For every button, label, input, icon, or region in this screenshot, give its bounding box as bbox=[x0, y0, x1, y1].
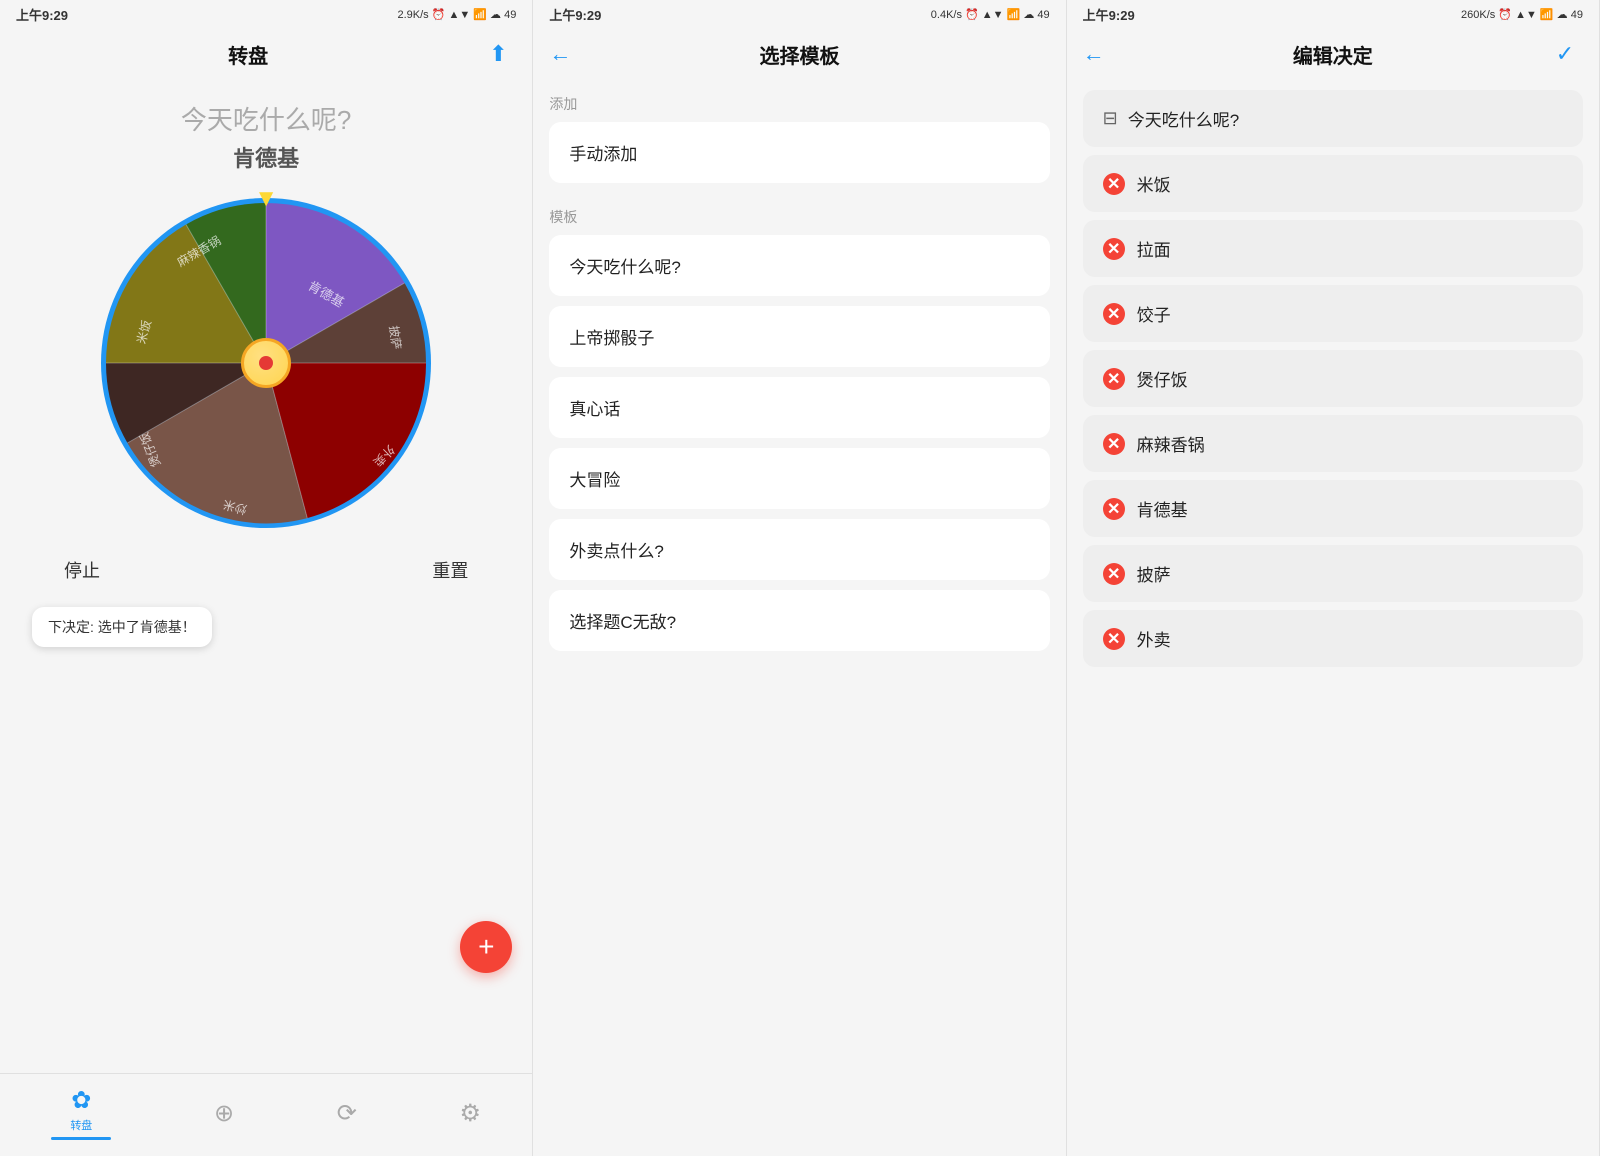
remove-btn-5[interactable]: ✕ bbox=[1103, 498, 1125, 520]
edit-list-item-7[interactable]: ✕ 外卖 bbox=[1083, 610, 1583, 667]
nav-bar-2: ← 选择模板 bbox=[533, 28, 1065, 80]
edit-item-text-2: 饺子 bbox=[1137, 301, 1171, 326]
edit-panel: 上午9:29 260K/s ⏰ ▲▼ 📶 ☁ 49 ← 编辑决定 ✓ ⊟ 今天吃… bbox=[1067, 0, 1600, 1156]
bottom-item-history[interactable]: ⟳ bbox=[337, 1099, 357, 1128]
edit-list-item-4[interactable]: ✕ 麻辣香锅 bbox=[1083, 415, 1583, 472]
edit-header-item: ⊟ 今天吃什么呢? bbox=[1083, 90, 1583, 147]
remove-btn-4[interactable]: ✕ bbox=[1103, 433, 1125, 455]
remove-btn-2[interactable]: ✕ bbox=[1103, 303, 1125, 325]
edit-list-item-3[interactable]: ✕ 煲仔饭 bbox=[1083, 350, 1583, 407]
time-1: 上午9:29 bbox=[16, 5, 68, 24]
icons-2: 0.4K/s ⏰ ▲▼ 📶 ☁ 49 bbox=[931, 8, 1050, 21]
fab-button[interactable]: + bbox=[460, 921, 512, 973]
edit-item-text-6: 披萨 bbox=[1137, 561, 1171, 586]
remove-btn-6[interactable]: ✕ bbox=[1103, 563, 1125, 585]
remove-btn-7[interactable]: ✕ bbox=[1103, 628, 1125, 650]
edit-item-text-3: 煲仔饭 bbox=[1137, 366, 1188, 391]
bookmark-icon: ⊟ bbox=[1103, 108, 1118, 129]
add-icon: ⊕ bbox=[214, 1099, 234, 1128]
edit-item-text-4: 麻辣香锅 bbox=[1137, 431, 1205, 456]
time-2: 上午9:29 bbox=[549, 5, 601, 24]
remove-btn-0[interactable]: ✕ bbox=[1103, 173, 1125, 195]
active-indicator bbox=[51, 1137, 111, 1140]
wheel-dot bbox=[259, 356, 273, 370]
template-item-1[interactable]: 上帝掷骰子 bbox=[549, 306, 1049, 367]
wheel-question: 今天吃什么呢? bbox=[181, 100, 351, 137]
nav-bar-3: ← 编辑决定 ✓ bbox=[1067, 28, 1599, 80]
section-label-template: 模板 bbox=[549, 193, 1049, 235]
bottom-bar: ✿ 转盘 ⊕ ⟳ ⚙ bbox=[0, 1073, 532, 1156]
wheel-arrow: ▼ bbox=[254, 185, 278, 213]
edit-item-text-7: 外卖 bbox=[1137, 626, 1171, 651]
remove-btn-3[interactable]: ✕ bbox=[1103, 368, 1125, 390]
bottom-item-add[interactable]: ⊕ bbox=[214, 1099, 234, 1128]
edit-list-item-2[interactable]: ✕ 饺子 bbox=[1083, 285, 1583, 342]
wheel-nav-title: 转盘 bbox=[16, 40, 480, 69]
template-back-button[interactable]: ← bbox=[549, 41, 585, 67]
edit-item-text-1: 拉面 bbox=[1137, 236, 1171, 261]
template-item-0[interactable]: 今天吃什么呢? bbox=[549, 235, 1049, 296]
bottom-item-settings[interactable]: ⚙ bbox=[459, 1099, 481, 1128]
edit-content: ⊟ 今天吃什么呢? ✕ 米饭 ✕ 拉面 ✕ 饺子 ✕ 煲仔饭 ✕ 麻辣香锅 bbox=[1067, 80, 1599, 1156]
section-label-add: 添加 bbox=[549, 80, 1049, 122]
status-bar-3: 上午9:29 260K/s ⏰ ▲▼ 📶 ☁ 49 bbox=[1067, 0, 1599, 28]
wheel-tab-label: 转盘 bbox=[70, 1117, 92, 1133]
wheel-panel: 上午9:29 2.9K/s ⏰ ▲▼ 📶 ☁ 49 转盘 ⬆ 今天吃什么呢? 肯… bbox=[0, 0, 533, 1156]
stop-button[interactable]: 停止 bbox=[64, 557, 100, 583]
wheel-controls: 停止 重置 bbox=[16, 533, 516, 607]
wheel-toast: 下决定: 选中了肯德基！ bbox=[32, 607, 212, 647]
template-item-2[interactable]: 真心话 bbox=[549, 377, 1049, 438]
bottom-item-wheel[interactable]: ✿ 转盘 bbox=[51, 1086, 111, 1140]
settings-icon: ⚙ bbox=[459, 1099, 481, 1128]
edit-item-text-5: 肯德基 bbox=[1137, 496, 1188, 521]
history-icon: ⟳ bbox=[337, 1099, 357, 1128]
template-item-3[interactable]: 大冒险 bbox=[549, 448, 1049, 509]
remove-btn-1[interactable]: ✕ bbox=[1103, 238, 1125, 260]
time-3: 上午9:29 bbox=[1083, 5, 1135, 24]
edit-list-item-1[interactable]: ✕ 拉面 bbox=[1083, 220, 1583, 277]
svg-text:披萨: 披萨 bbox=[387, 325, 404, 351]
status-bar-1: 上午9:29 2.9K/s ⏰ ▲▼ 📶 ☁ 49 bbox=[0, 0, 532, 28]
icons-1: 2.9K/s ⏰ ▲▼ 📶 ☁ 49 bbox=[397, 8, 516, 21]
wheel-center bbox=[241, 338, 291, 388]
template-content: 添加 手动添加 模板 今天吃什么呢? 上帝掷骰子 真心话 大冒险 外卖点什么? … bbox=[533, 80, 1065, 1156]
template-nav-title: 选择模板 bbox=[585, 40, 1013, 69]
wheel-icon: ✿ bbox=[71, 1086, 91, 1115]
edit-header-text: 今天吃什么呢? bbox=[1128, 106, 1239, 131]
edit-confirm-button[interactable]: ✓ bbox=[1547, 41, 1583, 67]
edit-back-button[interactable]: ← bbox=[1083, 41, 1119, 67]
edit-nav-title: 编辑决定 bbox=[1119, 40, 1547, 69]
status-bar-2: 上午9:29 0.4K/s ⏰ ▲▼ 📶 ☁ 49 bbox=[533, 0, 1065, 28]
share-button[interactable]: ⬆ bbox=[480, 41, 516, 67]
edit-item-text-0: 米饭 bbox=[1137, 171, 1171, 196]
wheel-content: 今天吃什么呢? 肯德基 bbox=[0, 80, 532, 1073]
template-item-4[interactable]: 外卖点什么? bbox=[549, 519, 1049, 580]
template-item-manual[interactable]: 手动添加 bbox=[549, 122, 1049, 183]
icons-3: 260K/s ⏰ ▲▼ 📶 ☁ 49 bbox=[1461, 8, 1583, 21]
wheel-container[interactable]: 肯德基 披萨 外卖 炒米 煲仔饭 米饭 麻辣香锅 bbox=[96, 193, 436, 533]
wheel-result: 肯德基 bbox=[233, 141, 299, 173]
edit-list-item-0[interactable]: ✕ 米饭 bbox=[1083, 155, 1583, 212]
template-item-5[interactable]: 选择题C无敌? bbox=[549, 590, 1049, 651]
reset-button[interactable]: 重置 bbox=[432, 557, 468, 583]
edit-list-item-5[interactable]: ✕ 肯德基 bbox=[1083, 480, 1583, 537]
edit-list-item-6[interactable]: ✕ 披萨 bbox=[1083, 545, 1583, 602]
nav-bar-1: 转盘 ⬆ bbox=[0, 28, 532, 80]
template-panel: 上午9:29 0.4K/s ⏰ ▲▼ 📶 ☁ 49 ← 选择模板 添加 手动添加… bbox=[533, 0, 1066, 1156]
